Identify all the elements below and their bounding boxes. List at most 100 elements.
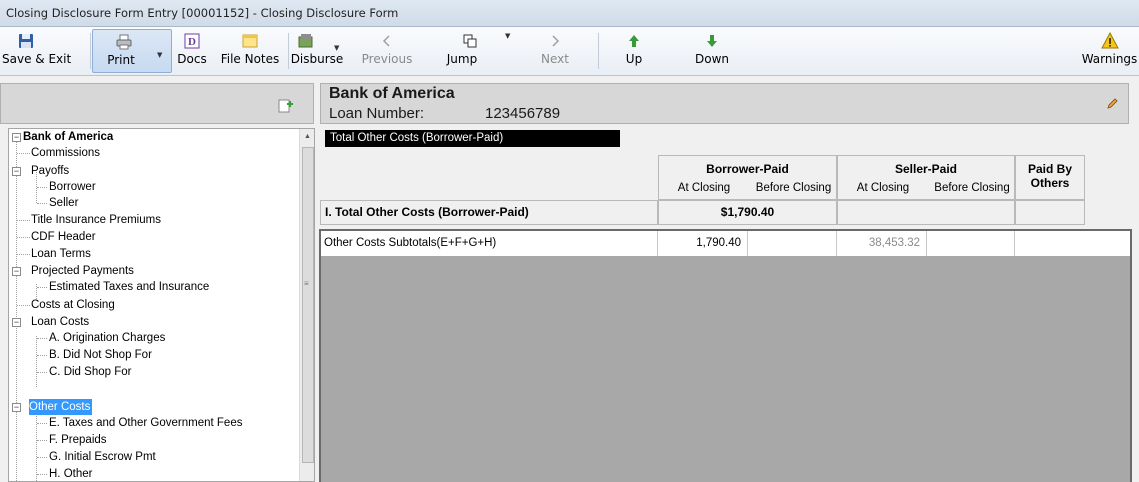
tree-item[interactable]: Borrower bbox=[49, 179, 96, 195]
jump-dropdown-icon[interactable]: ▼ bbox=[505, 32, 510, 40]
toolbar-separator bbox=[598, 33, 599, 69]
seller-at-closing-subheader: At Closing bbox=[856, 182, 910, 194]
tree-connector bbox=[37, 187, 47, 188]
docs-icon: D bbox=[184, 33, 200, 49]
up-label: Up bbox=[625, 52, 643, 66]
warnings-button[interactable]: Warnings bbox=[1080, 29, 1139, 73]
collapse-icon[interactable]: − bbox=[12, 133, 21, 142]
disburse-dropdown-icon[interactable]: ▼ bbox=[334, 44, 339, 52]
seller-at-closing-value[interactable]: 38,453.32 bbox=[837, 231, 927, 256]
tree-item[interactable]: Loan Terms bbox=[31, 246, 91, 262]
docs-label: Docs bbox=[177, 52, 207, 66]
window-title-bar: Closing Disclosure Form Entry [00001152]… bbox=[0, 0, 1139, 27]
arrow-up-icon bbox=[629, 35, 639, 47]
collapse-icon[interactable]: − bbox=[12, 167, 21, 176]
tree-item[interactable]: Seller bbox=[49, 195, 78, 211]
file-notes-button[interactable]: File Notes bbox=[215, 29, 285, 73]
seller-paid-title: Seller-Paid bbox=[894, 162, 958, 176]
arrow-right-icon bbox=[552, 35, 560, 47]
next-button[interactable]: Next bbox=[530, 29, 580, 73]
tree-connector bbox=[37, 338, 47, 339]
tree-item[interactable]: A. Origination Charges bbox=[49, 330, 165, 346]
total-seller-cell bbox=[837, 200, 1015, 225]
arrow-down-icon bbox=[707, 35, 717, 47]
main-content: Total Other Costs (Borrower-Paid) Borrow… bbox=[319, 128, 1134, 482]
tree-item[interactable]: Commissions bbox=[31, 145, 100, 161]
save-exit-button[interactable]: Save & Exit bbox=[2, 29, 72, 73]
paid-by-others-value[interactable] bbox=[1015, 231, 1130, 256]
svg-text:D: D bbox=[188, 36, 196, 48]
borrower-before-closing-value[interactable] bbox=[748, 231, 837, 256]
up-button[interactable]: Up bbox=[614, 29, 654, 73]
tree-connector bbox=[37, 457, 47, 458]
tree-item[interactable]: Projected Payments bbox=[31, 263, 134, 279]
collapse-icon[interactable]: − bbox=[12, 403, 21, 412]
borrower-at-closing-value[interactable]: 1,790.40 bbox=[658, 231, 748, 256]
scroll-up-icon[interactable]: ▲ bbox=[304, 133, 311, 140]
toolbar-separator bbox=[90, 33, 91, 69]
borrower-before-closing-subheader: Before Closing bbox=[755, 182, 832, 194]
tree-item[interactable]: B. Did Not Shop For bbox=[49, 347, 152, 363]
collapse-icon[interactable]: − bbox=[12, 318, 21, 327]
tree-item-root[interactable]: Bank of America bbox=[23, 129, 113, 145]
tree-item[interactable]: G. Initial Escrow Pmt bbox=[49, 449, 156, 465]
grid-header: Borrower-Paid At Closing Before Closing … bbox=[320, 155, 1132, 227]
loan-header: Bank of America Loan Number: 123456789 bbox=[320, 83, 1129, 124]
jump-label: Jump bbox=[446, 52, 478, 66]
tree-item[interactable]: Payoffs bbox=[31, 163, 69, 179]
print-dropdown-icon[interactable]: ▼ bbox=[157, 51, 162, 59]
tree-item[interactable]: C. Did Shop For bbox=[49, 364, 131, 380]
total-value-cell: $1,790.40 bbox=[658, 200, 837, 225]
next-label: Next bbox=[541, 52, 569, 66]
arrow-left-icon bbox=[382, 35, 390, 47]
borrower-paid-header: Borrower-Paid At Closing Before Closing bbox=[658, 155, 837, 200]
tree-item[interactable]: Loan Costs bbox=[31, 314, 89, 330]
tree-item[interactable]: Title Insurance Premiums bbox=[31, 212, 161, 228]
toolbar: Save & Exit Print ▼ D Docs File Notes Di… bbox=[0, 27, 1139, 76]
note-icon bbox=[242, 34, 258, 48]
tree-connector bbox=[16, 141, 17, 481]
tree-connector bbox=[37, 287, 47, 288]
loan-number: 123456789 bbox=[485, 105, 561, 122]
collapse-icon[interactable]: − bbox=[12, 267, 21, 276]
tree-item[interactable]: CDF Header bbox=[31, 229, 96, 245]
print-button[interactable]: Print ▼ bbox=[92, 29, 172, 73]
warnings-label: Warnings bbox=[1081, 52, 1138, 66]
tree-item[interactable]: F. Prepaids bbox=[49, 432, 107, 448]
previous-button[interactable]: Previous bbox=[357, 29, 417, 73]
tree-connector bbox=[36, 405, 37, 481]
jump-icon bbox=[463, 34, 477, 48]
add-item-icon[interactable] bbox=[278, 99, 294, 113]
tree-scrollbar[interactable]: ▲ ≡ bbox=[299, 129, 314, 481]
printer-icon bbox=[116, 34, 132, 50]
save-exit-label: Save & Exit bbox=[2, 52, 72, 66]
edit-pencil-icon[interactable] bbox=[1106, 98, 1118, 110]
tree-item[interactable]: E. Taxes and Other Government Fees bbox=[49, 415, 242, 431]
disburse-button[interactable]: Disburse ▼ bbox=[289, 29, 345, 73]
seller-before-closing-value[interactable] bbox=[927, 231, 1015, 256]
total-others-cell bbox=[1015, 200, 1085, 225]
borrower-paid-title: Borrower-Paid bbox=[706, 162, 789, 176]
jump-button[interactable]: Jump ▼ bbox=[433, 29, 513, 73]
tree-connector bbox=[37, 372, 47, 373]
window-title: Closing Disclosure Form Entry [00001152]… bbox=[6, 6, 399, 20]
floppy-disk-icon bbox=[19, 34, 33, 48]
tree-item[interactable]: Costs at Closing bbox=[31, 297, 115, 313]
bank-name: Bank of America bbox=[329, 85, 455, 102]
borrower-at-closing-subheader: At Closing bbox=[677, 182, 731, 194]
seller-paid-header: Seller-Paid At Closing Before Closing bbox=[837, 155, 1015, 200]
total-label-cell: I. Total Other Costs (Borrower-Paid) bbox=[320, 200, 658, 225]
down-button[interactable]: Down bbox=[686, 29, 738, 73]
scrollbar-thumb[interactable] bbox=[302, 147, 314, 463]
tree-connector bbox=[17, 220, 30, 221]
total-value: $1,790.40 bbox=[720, 205, 775, 219]
tree-header bbox=[0, 83, 314, 124]
tree-item-selected[interactable]: Other Costs bbox=[29, 399, 93, 415]
docs-button[interactable]: D Docs bbox=[174, 29, 210, 73]
section-tab[interactable]: Total Other Costs (Borrower-Paid) bbox=[325, 130, 620, 147]
paid-by-others-header: Paid By Others bbox=[1015, 155, 1085, 200]
table-row[interactable]: Other Costs Subtotals(E+F+G+H) 1,790.40 … bbox=[321, 231, 1130, 256]
previous-label: Previous bbox=[361, 52, 413, 66]
tree-item[interactable]: Estimated Taxes and Insurance bbox=[49, 279, 209, 295]
tree-item[interactable]: H. Other bbox=[49, 466, 92, 481]
